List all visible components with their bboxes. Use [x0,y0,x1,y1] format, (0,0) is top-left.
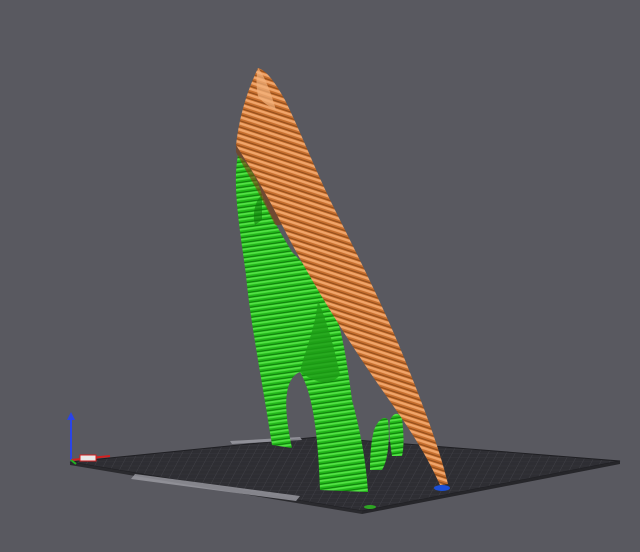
3d-scene[interactable] [0,0,640,552]
origin-axes [67,412,111,465]
origin-marker [79,454,97,462]
support-branch-2 [389,413,404,456]
contact-marker [434,485,450,491]
3d-preview-viewport[interactable] [0,0,640,552]
z-axis-arrow-icon [67,412,75,420]
bed-corner-marker [364,505,376,509]
